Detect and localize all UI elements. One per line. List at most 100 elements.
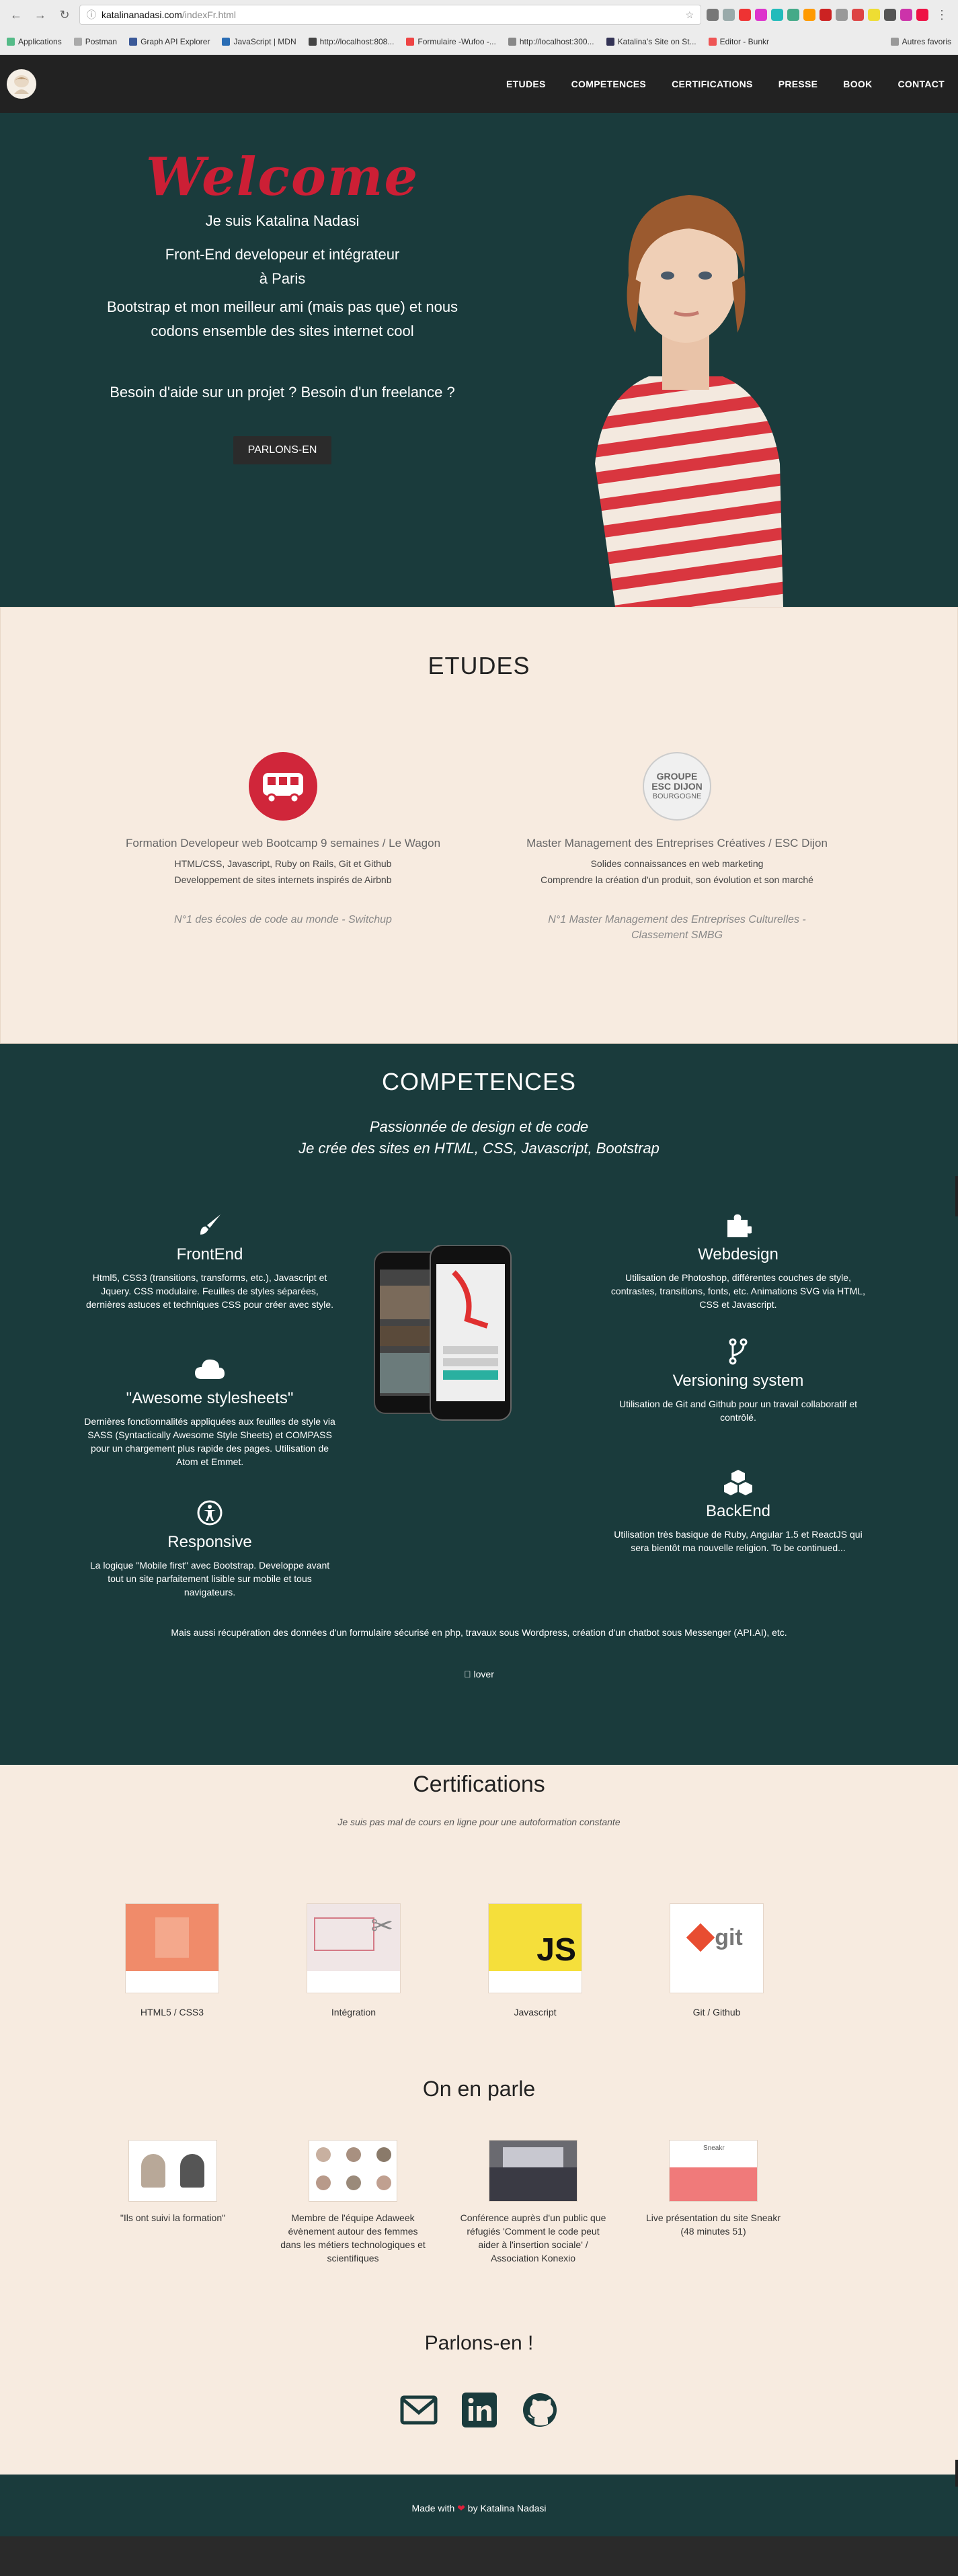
page-icon xyxy=(308,38,317,46)
extension-icon[interactable] xyxy=(836,9,848,21)
cert-integration-image: ✂ xyxy=(307,1903,401,1993)
extension-icon[interactable] xyxy=(707,9,719,21)
site-icon xyxy=(606,38,614,46)
site-footer: Made with ❤ by Katalina Nadasi xyxy=(0,2475,958,2536)
menu-icon[interactable]: ⋮ xyxy=(932,5,951,24)
scrollbar-handle[interactable] xyxy=(955,2460,958,2487)
heart-icon: ❤ xyxy=(457,2503,465,2513)
cert-javascript[interactable]: JS Javascript xyxy=(488,1903,582,2018)
bookmark[interactable]: JavaScript | MDN xyxy=(222,37,296,46)
etude-title: Master Management des Entreprises Créati… xyxy=(526,837,828,849)
extension-icon[interactable] xyxy=(803,9,815,21)
cert-git[interactable]: git Git / Github xyxy=(670,1903,764,2018)
github-icon[interactable] xyxy=(521,2391,559,2429)
branch-icon xyxy=(610,1337,866,1366)
press-item[interactable]: Membre de l'équipe Adaweek évènement aut… xyxy=(279,2140,427,2265)
nav-etudes[interactable]: ETUDES xyxy=(506,79,546,89)
page-icon xyxy=(508,38,516,46)
competences-extra: Mais aussi récupération des données d'un… xyxy=(171,1627,787,1638)
reload-icon[interactable]: ↻ xyxy=(55,5,74,24)
skill-title: Versioning system xyxy=(672,1372,804,1390)
extension-icon[interactable] xyxy=(868,9,880,21)
mdn-icon xyxy=(222,38,231,46)
nav-contact[interactable]: CONTACT xyxy=(898,79,945,89)
bookmark[interactable]: Editor - Bunkr xyxy=(708,37,769,46)
browser-chrome: ← → ↻ ⓘ katalinanadasi.com/indexFr.html … xyxy=(0,0,958,55)
skill-text: Utilisation de Git and Github pour un tr… xyxy=(618,1399,858,1423)
star-icon[interactable]: ☆ xyxy=(685,9,694,21)
cert-integration[interactable]: ✂ Intégration xyxy=(307,1903,401,2018)
cert-html-css[interactable]: HTML5 / CSS3 xyxy=(125,1903,219,2018)
bookmark[interactable]: Formulaire -Wufoo -... xyxy=(406,37,496,46)
competences-title: COMPETENCES xyxy=(381,1068,577,1095)
folder-icon xyxy=(890,38,899,46)
extension-icon[interactable] xyxy=(787,9,799,21)
cubes-icon xyxy=(610,1467,866,1497)
press-image xyxy=(489,2140,577,2202)
email-icon[interactable] xyxy=(400,2391,438,2429)
contact-title: Parlons-en ! xyxy=(424,2332,534,2354)
certifications-section: Certifications Je suis pas mal de cours … xyxy=(0,1765,958,2034)
parlons-en-button[interactable]: PARLONS-EN xyxy=(233,436,332,464)
extension-icon[interactable] xyxy=(852,9,864,21)
scrollbar-handle[interactable] xyxy=(955,1176,958,1216)
hero-role: Front-End developeur et intégrateur xyxy=(165,246,400,263)
linkedin-icon[interactable] xyxy=(461,2391,498,2429)
skill-title: "Awesome stylesheets" xyxy=(126,1389,294,1407)
footer-author: by Katalina Nadasi xyxy=(467,2503,547,2513)
site-logo[interactable] xyxy=(7,69,36,99)
hero-tagline-1: Bootstrap et mon meilleur ami (mais pas … xyxy=(106,298,458,315)
bookmark[interactable]: Katalina's Site on St... xyxy=(606,37,696,46)
nav-links: ETUDES COMPETENCES CERTIFICATIONS PRESSE… xyxy=(506,79,945,89)
apple-icon:  xyxy=(464,1669,471,1679)
nav-certifications[interactable]: CERTIFICATIONS xyxy=(672,79,753,89)
etude-detail: HTML/CSS, Javascript, Ruby on Rails, Git… xyxy=(174,858,392,869)
nav-competences[interactable]: COMPETENCES xyxy=(571,79,646,89)
back-icon[interactable]: ← xyxy=(7,5,26,24)
portrait-image xyxy=(595,195,783,607)
etude-detail: Comprendre la création d'un produit, son… xyxy=(541,874,813,885)
skill-stylesheets: "Awesome stylesheets" Dernières fonction… xyxy=(82,1354,337,1468)
footer-made: Made with xyxy=(411,2503,455,2513)
extension-icon[interactable] xyxy=(755,9,767,21)
address-bar[interactable]: ⓘ katalinanadasi.com/indexFr.html ☆ xyxy=(79,5,701,25)
bunkr-icon xyxy=(708,38,717,46)
extension-icon[interactable] xyxy=(820,9,832,21)
extension-icon[interactable] xyxy=(739,9,751,21)
esc-dijon-logo: GROUPE ESC DIJON BOURGOGNE xyxy=(643,752,711,821)
bookmark[interactable]: http://localhost:300... xyxy=(508,37,594,46)
competences-subtitle: Passionnée de design et de code Je crée … xyxy=(298,1118,660,1157)
bookmark[interactable]: Postman xyxy=(73,37,117,46)
extension-icon[interactable] xyxy=(900,9,912,21)
cloud-icon xyxy=(82,1354,337,1384)
bus-icon xyxy=(249,752,317,821)
skill-text: La logique "Mobile first" avec Bootstrap… xyxy=(89,1560,330,1597)
extension-icon[interactable] xyxy=(723,9,735,21)
hero-intro: Je suis Katalina Nadasi xyxy=(205,212,360,229)
cert-label: Intégration xyxy=(331,2007,376,2018)
etude-note: N°1 Master Management des Entreprises Cu… xyxy=(548,914,806,941)
etude-wagon: Formation Developeur web Bootcamp 9 sema… xyxy=(102,752,465,927)
info-icon: ⓘ xyxy=(87,9,96,20)
bookmarks-bar: Applications Postman Graph API Explorer … xyxy=(0,30,958,54)
bookmark[interactable]: http://localhost:808... xyxy=(308,37,394,46)
extension-icon[interactable] xyxy=(916,9,928,21)
bookmark[interactable]: Graph API Explorer xyxy=(129,37,210,46)
skill-text: Utilisation de Photoshop, différentes co… xyxy=(610,1272,866,1310)
press-item[interactable]: Sneakr Live présentation du site Sneakr … xyxy=(639,2140,787,2238)
bookmark[interactable]: Applications xyxy=(7,37,62,46)
skill-title: Responsive xyxy=(167,1533,252,1551)
social-links xyxy=(0,2391,958,2429)
nav-book[interactable]: BOOK xyxy=(843,79,872,89)
extension-icon[interactable] xyxy=(884,9,896,21)
other-bookmarks[interactable]: Autres favoris xyxy=(890,37,951,46)
nav-presse[interactable]: PRESSE xyxy=(779,79,818,89)
welcome-heading: Welcome xyxy=(145,147,420,208)
forward-icon[interactable]: → xyxy=(31,5,50,24)
press-item[interactable]: "Ils ont suivi la formation" xyxy=(99,2140,247,2225)
wufoo-icon xyxy=(406,38,415,46)
press-label: "Ils ont suivi la formation" xyxy=(120,2212,226,2223)
phones-mockup-image xyxy=(374,1245,512,1421)
extension-icon[interactable] xyxy=(771,9,783,21)
press-item[interactable]: Conférence auprès d'un public que réfugi… xyxy=(459,2140,607,2265)
